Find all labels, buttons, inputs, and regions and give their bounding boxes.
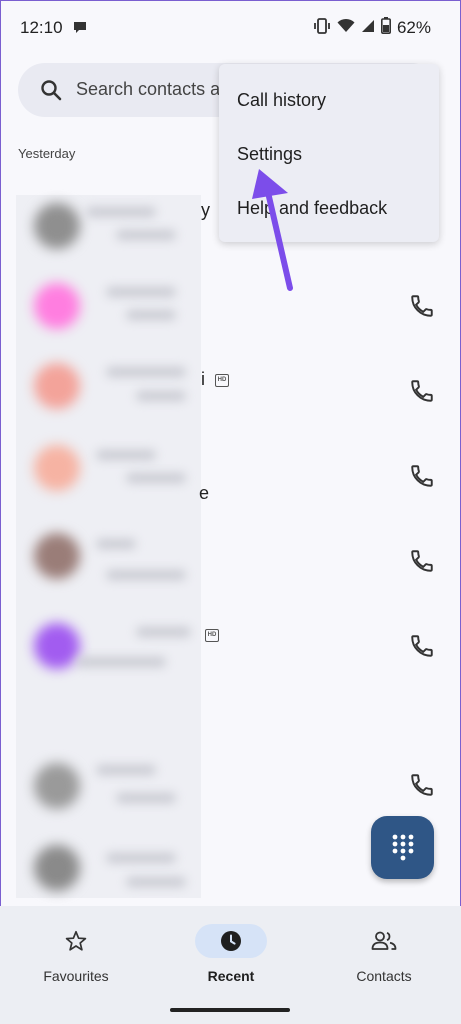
- dialpad-icon: [392, 834, 414, 861]
- nav-contacts[interactable]: Contacts: [314, 924, 454, 984]
- section-yesterday: Yesterday: [18, 146, 76, 161]
- star-icon: [65, 930, 87, 951]
- nav-label: Recent: [207, 968, 255, 984]
- signal-icon: [361, 18, 375, 38]
- message-notification-icon: [73, 20, 87, 39]
- blurred-text: [136, 391, 186, 401]
- wifi-icon: [337, 18, 355, 38]
- call-button[interactable]: [409, 548, 435, 574]
- search-placeholder: Search contacts a: [76, 79, 221, 99]
- name-fragment: y: [201, 200, 210, 220]
- contact-avatar: [34, 283, 80, 329]
- hd-call-icon: HD: [215, 374, 229, 387]
- blurred-text: [96, 765, 156, 775]
- contact-avatar: [34, 203, 80, 249]
- blurred-text: [96, 539, 136, 549]
- call-button[interactable]: [409, 378, 435, 404]
- call-button[interactable]: [409, 633, 435, 659]
- clock-icon: [221, 931, 241, 951]
- name-fragment: e: [199, 483, 210, 503]
- battery-percent: 62%: [396, 18, 431, 37]
- menu-item-call-history[interactable]: Call history: [237, 90, 326, 111]
- blurred-text: [106, 287, 176, 297]
- nav-favourites[interactable]: Favourites: [6, 924, 146, 984]
- contact-avatar: [34, 623, 80, 669]
- blurred-text: [136, 627, 191, 637]
- contact-avatar: [34, 363, 80, 409]
- contact-avatar: [34, 763, 80, 809]
- blurred-text: [116, 230, 176, 240]
- blurred-text: [96, 450, 156, 460]
- status-time: 12:10: [20, 18, 63, 37]
- contact-avatar: [34, 845, 80, 891]
- search-icon: [40, 79, 62, 106]
- contact-avatar: [34, 533, 80, 579]
- blurred-text: [126, 473, 186, 483]
- nav-label: Contacts: [356, 968, 412, 984]
- battery-icon: [380, 17, 391, 39]
- call-button[interactable]: [409, 293, 435, 319]
- blurred-text: [106, 853, 176, 863]
- dialpad-fab[interactable]: [371, 816, 434, 879]
- home-indicator[interactable]: [170, 1008, 290, 1012]
- call-list-blurred: [16, 195, 201, 898]
- nav-label: Favourites: [43, 968, 109, 984]
- call-button[interactable]: [409, 463, 435, 489]
- contact-avatar: [34, 445, 80, 491]
- blurred-text: [76, 657, 166, 667]
- status-icons: 62%: [313, 17, 431, 39]
- people-icon: [371, 931, 397, 950]
- nav-recent[interactable]: Recent: [161, 924, 301, 984]
- call-button[interactable]: [409, 772, 435, 798]
- hd-call-icon: HD: [205, 629, 219, 642]
- annotation-arrow-icon: [252, 169, 293, 291]
- status-bar: 12:10 62%: [0, 0, 461, 56]
- vibrate-icon: [313, 17, 331, 39]
- blurred-text: [126, 877, 186, 887]
- blurred-text: [116, 793, 176, 803]
- bottom-nav: Favourites Recent Contacts: [0, 906, 461, 1024]
- blurred-text: [126, 310, 176, 320]
- blurred-text: [106, 570, 186, 580]
- blurred-text: [106, 367, 186, 377]
- name-fragment: i: [201, 369, 205, 389]
- blurred-text: [86, 207, 156, 217]
